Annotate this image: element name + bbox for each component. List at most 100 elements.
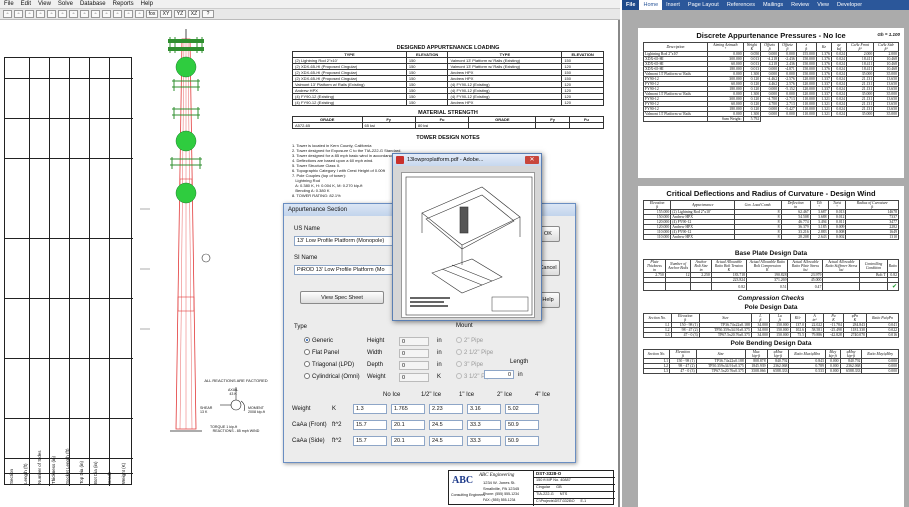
report-page-1[interactable]: Discrete Appurtenance Pressures - No Ice… bbox=[638, 28, 904, 178]
mount-option-label: 2" Pipe bbox=[464, 338, 484, 344]
dim-field[interactable]: 0 bbox=[399, 348, 429, 358]
ice-value-field[interactable]: 24.5 bbox=[429, 436, 463, 446]
ribbon-tab-page-layout[interactable]: Page Layout bbox=[684, 0, 723, 10]
pdf-page[interactable] bbox=[401, 172, 535, 318]
ribbon-tab-home[interactable]: Home bbox=[639, 0, 663, 10]
radio-icon[interactable] bbox=[456, 373, 462, 380]
table-cell: 79.886 bbox=[805, 332, 825, 338]
radio-icon[interactable] bbox=[304, 337, 310, 344]
length-field[interactable]: 0 bbox=[484, 370, 514, 379]
ribbon-tab-file[interactable]: File bbox=[622, 0, 640, 10]
ice-value-field[interactable]: 20.1 bbox=[391, 436, 425, 446]
title-block: ABC Consulting Engineers ABC Engineering… bbox=[448, 470, 615, 506]
ice-value-field[interactable]: 5.02 bbox=[505, 404, 539, 414]
ribbon-tab-mailings[interactable]: Mailings bbox=[759, 0, 787, 10]
table-header: Section No. bbox=[643, 313, 672, 323]
ribbon-tab-review[interactable]: Review bbox=[787, 0, 813, 10]
menu-help[interactable]: Help bbox=[141, 1, 153, 7]
ice-value-field[interactable]: 1.765 bbox=[391, 404, 425, 414]
menu-edit[interactable]: Edit bbox=[21, 1, 31, 7]
header-label: Description bbox=[666, 45, 685, 49]
ice-value-field[interactable]: 33.3 bbox=[467, 436, 501, 446]
dim-field[interactable]: 0 bbox=[399, 372, 429, 382]
sum-value: 5.792 bbox=[742, 116, 762, 122]
us-name-field[interactable]: 13' Low Profile Platform (Monopole) bbox=[294, 236, 402, 246]
rotate-icon[interactable]: ▫ bbox=[135, 10, 144, 18]
ice-header: 1/2" Ice bbox=[421, 392, 442, 398]
radio-icon[interactable] bbox=[304, 349, 310, 356]
table-header: Actual Allowable Ratio Bolt Compression K bbox=[746, 259, 789, 273]
mount-option-1[interactable]: 2 1/2" Pipe bbox=[456, 347, 493, 359]
table-header: Size bbox=[695, 349, 746, 359]
table-cell bbox=[642, 116, 709, 122]
dim-field[interactable]: 0 bbox=[399, 336, 429, 346]
measure-icon[interactable]: fox bbox=[146, 10, 158, 18]
close-icon[interactable]: ✕ bbox=[525, 156, 539, 164]
copy-icon[interactable]: ▫ bbox=[47, 10, 56, 18]
view-spec-sheet-button[interactable]: View Spec Sheet bbox=[300, 291, 384, 304]
pdf-viewer-window[interactable]: 13lowproplatform.pdf - Adobe... ✕ bbox=[392, 153, 542, 321]
pan-icon[interactable]: ▫ bbox=[113, 10, 122, 18]
help-icon[interactable]: ? bbox=[202, 10, 214, 18]
xy-icon[interactable]: XY bbox=[160, 10, 172, 18]
cut-icon[interactable]: ▫ bbox=[36, 10, 45, 18]
header-label: Ratio Muy/φMny bbox=[867, 352, 894, 356]
radio-icon[interactable] bbox=[456, 361, 462, 368]
table-header: Twist ° bbox=[827, 200, 847, 210]
radio-icon[interactable] bbox=[456, 337, 462, 344]
table-cell bbox=[664, 282, 692, 291]
moment-reaction: MOMENT 2008 kip-ft bbox=[248, 406, 265, 414]
table-row: 110.000 Andrew HPX 8 28.208 2.643 0.002 1310 bbox=[642, 234, 899, 240]
menu-solve[interactable]: Solve bbox=[58, 1, 73, 7]
save-icon[interactable]: ▫ bbox=[14, 10, 23, 18]
header-unit: K bbox=[853, 318, 857, 322]
si-name-field[interactable]: PiROD 13' Low Profile Platform (Mo bbox=[294, 265, 402, 275]
ice-value-field[interactable]: 50.9 bbox=[505, 436, 539, 446]
ice-value-field[interactable]: 50.9 bbox=[505, 420, 539, 430]
ribbon-tab-insert[interactable]: Insert bbox=[662, 0, 684, 10]
print-icon[interactable]: ▫ bbox=[25, 10, 34, 18]
paste-icon[interactable]: ▫ bbox=[58, 10, 67, 18]
mount-option-0[interactable]: 2" Pipe bbox=[456, 335, 493, 347]
ice-value-field[interactable]: 24.5 bbox=[429, 420, 463, 430]
ice-value-field[interactable]: 20.1 bbox=[391, 420, 425, 430]
zoom-out-icon[interactable]: ▫ bbox=[91, 10, 100, 18]
ice-value-field[interactable]: 1.3 bbox=[353, 404, 387, 414]
menu-view[interactable]: View bbox=[38, 1, 51, 7]
ice-value-field[interactable]: 3.16 bbox=[467, 404, 501, 414]
type-option-0[interactable]: Generic bbox=[304, 335, 360, 347]
type-option-2[interactable]: Triagonal (LPD) bbox=[304, 359, 360, 371]
table-header: Number of Anchor Bolts bbox=[664, 259, 692, 273]
type-option-1[interactable]: Flat Panel bbox=[304, 347, 360, 359]
zoom-fit-icon[interactable]: ▫ bbox=[102, 10, 111, 18]
ice-value-field[interactable]: 2.23 bbox=[429, 404, 463, 414]
zoom-in-icon[interactable]: ▫ bbox=[80, 10, 89, 18]
table-header: Aiming Azimuth ° bbox=[707, 42, 744, 52]
report-page-2[interactable]: Critical Deflections and Radius of Curva… bbox=[638, 186, 904, 507]
type-option-3[interactable]: Cylindrical (Omni) bbox=[304, 371, 360, 383]
ribbon-tab-view[interactable]: View bbox=[813, 0, 833, 10]
menu-database[interactable]: Database bbox=[80, 1, 106, 7]
menu-reports[interactable]: Reports bbox=[113, 1, 134, 7]
radio-icon[interactable] bbox=[304, 373, 310, 380]
table-cell: 0.82 bbox=[710, 282, 748, 291]
table-header: φMny kip-ft bbox=[839, 349, 863, 359]
undo-icon[interactable]: ▫ bbox=[69, 10, 78, 18]
radio-icon[interactable] bbox=[456, 349, 462, 356]
ice-value-field[interactable]: 33.3 bbox=[467, 420, 501, 430]
radio-icon[interactable] bbox=[304, 361, 310, 368]
select-icon[interactable]: ▫ bbox=[124, 10, 133, 18]
ribbon-tab-references[interactable]: References bbox=[723, 0, 759, 10]
dim-field[interactable]: 0 bbox=[399, 360, 429, 370]
menu-file[interactable]: File bbox=[4, 1, 14, 7]
drawing-number: E-1 bbox=[580, 499, 587, 503]
spec-label-5: Top Dia (in) bbox=[79, 460, 84, 484]
material-cell bbox=[568, 122, 605, 129]
xz-icon[interactable]: XZ bbox=[188, 10, 200, 18]
ribbon-tab-developer[interactable]: Developer bbox=[833, 0, 866, 10]
open-icon[interactable]: ▫ bbox=[3, 10, 12, 18]
ice-value-field[interactable]: 15.7 bbox=[353, 420, 387, 430]
yz-icon[interactable]: YZ bbox=[174, 10, 186, 18]
ice-value-field[interactable]: 15.7 bbox=[353, 436, 387, 446]
pdf-titlebar[interactable]: 13lowproplatform.pdf - Adobe... ✕ bbox=[393, 154, 541, 166]
